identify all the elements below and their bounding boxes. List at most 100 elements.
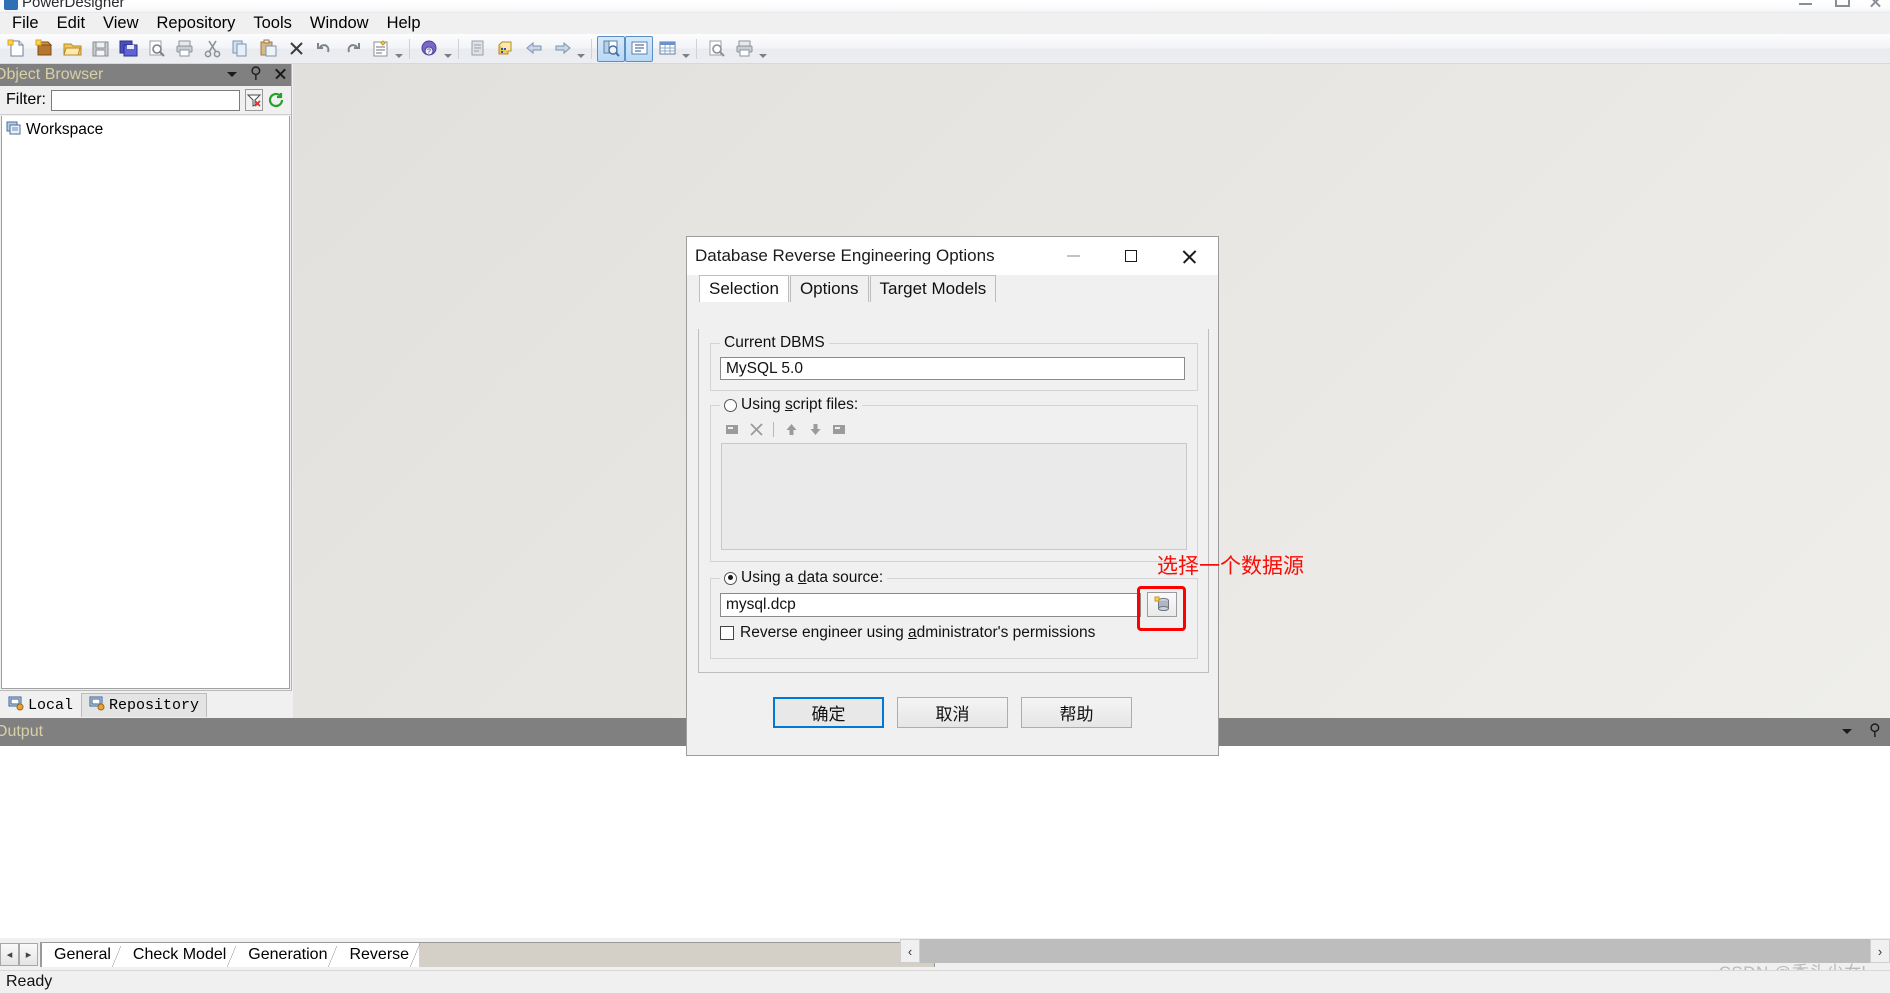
admin-permissions-checkbox-row[interactable]: Reverse engineer using administrator's p… bbox=[720, 624, 1095, 642]
script-files-listbox[interactable] bbox=[721, 443, 1187, 550]
tab-reverse[interactable]: Reverse bbox=[337, 942, 420, 967]
menu-item-repository[interactable]: Repository bbox=[148, 13, 245, 34]
chevron-down-icon[interactable] bbox=[225, 66, 239, 82]
dialog-minimize-button[interactable] bbox=[1044, 237, 1102, 275]
maximize-icon bbox=[1125, 250, 1137, 262]
filter-clear-icon[interactable] bbox=[245, 89, 263, 111]
zoom-preview-icon[interactable] bbox=[702, 36, 730, 62]
open-folder-icon[interactable] bbox=[58, 36, 86, 62]
edit-file-icon[interactable] bbox=[829, 420, 849, 438]
undo-icon[interactable] bbox=[310, 36, 338, 62]
window-controls bbox=[1799, 0, 1882, 8]
toolbar-overflow-print[interactable] bbox=[758, 36, 768, 62]
menu-item-view[interactable]: View bbox=[94, 13, 147, 34]
tab-strip-filler bbox=[419, 942, 934, 967]
window-close-button[interactable] bbox=[1869, 0, 1882, 8]
application-window: PowerDesigner File Edit View Repository … bbox=[0, 0, 1890, 993]
tree-node-workspace[interactable]: Workspace bbox=[6, 120, 289, 140]
grid-view-icon[interactable] bbox=[653, 36, 681, 62]
object-browser-tree[interactable]: Workspace bbox=[1, 116, 290, 689]
window-maximize-button[interactable] bbox=[1834, 0, 1850, 8]
admin-permissions-checkbox[interactable] bbox=[720, 626, 734, 640]
tab-scroll-next-button[interactable]: ▸ bbox=[19, 942, 38, 966]
tab-target-models[interactable]: Target Models bbox=[869, 275, 997, 302]
local-icon bbox=[8, 695, 24, 716]
help-icon[interactable]: ? bbox=[415, 36, 443, 62]
filter-input[interactable] bbox=[51, 89, 240, 111]
print-page-icon[interactable] bbox=[730, 36, 758, 62]
data-source-group: Using a data source: Reverse engineer us… bbox=[710, 569, 1198, 659]
toolbar-separator bbox=[773, 421, 774, 437]
tab-scroll-prev-button[interactable]: ◂ bbox=[0, 942, 19, 966]
pin-icon[interactable] bbox=[249, 63, 263, 83]
scroll-right-button[interactable]: › bbox=[1870, 939, 1890, 963]
current-dbms-input[interactable] bbox=[720, 357, 1185, 380]
tab-options[interactable]: Options bbox=[789, 275, 869, 302]
menu-item-tools[interactable]: Tools bbox=[244, 13, 301, 34]
next-icon[interactable] bbox=[548, 36, 576, 62]
properties-icon[interactable] bbox=[366, 36, 394, 62]
pin-icon[interactable] bbox=[1868, 720, 1882, 740]
scroll-left-button[interactable]: ‹ bbox=[900, 939, 920, 963]
new-document-icon[interactable] bbox=[2, 36, 30, 62]
find-objects-icon[interactable] bbox=[492, 36, 520, 62]
object-browser-title-buttons bbox=[225, 63, 287, 83]
tab-generation[interactable]: Generation bbox=[236, 942, 339, 967]
redo-icon[interactable] bbox=[338, 36, 366, 62]
menu-item-window[interactable]: Window bbox=[301, 13, 378, 34]
new-package-icon[interactable] bbox=[30, 36, 58, 62]
add-file-icon[interactable] bbox=[722, 420, 742, 438]
tab-check-model[interactable]: Check Model bbox=[120, 942, 238, 967]
print-icon[interactable] bbox=[170, 36, 198, 62]
previous-icon[interactable] bbox=[520, 36, 548, 62]
check-model-icon[interactable] bbox=[464, 36, 492, 62]
menu-item-edit[interactable]: Edit bbox=[48, 13, 94, 34]
close-icon[interactable] bbox=[273, 66, 287, 82]
main-toolbar: ? bbox=[0, 34, 1890, 64]
browser-view-icon[interactable] bbox=[597, 35, 625, 62]
use-script-files-radio[interactable] bbox=[724, 398, 737, 412]
toolbar-overflow-model[interactable] bbox=[576, 36, 586, 62]
result-list-icon[interactable] bbox=[625, 35, 653, 62]
script-files-toolbar bbox=[722, 420, 849, 438]
annotation-text: 选择一个数据源 bbox=[1157, 554, 1304, 578]
move-up-icon[interactable] bbox=[781, 420, 801, 438]
help-button[interactable]: 帮助 bbox=[1021, 696, 1132, 728]
tab-general[interactable]: General bbox=[41, 942, 122, 967]
tab-selection[interactable]: Selection bbox=[699, 275, 789, 302]
dialog-maximize-button[interactable] bbox=[1102, 237, 1160, 275]
toolbar-separator bbox=[591, 38, 592, 59]
toolbar-overflow-standard[interactable] bbox=[394, 36, 404, 62]
copy-icon[interactable] bbox=[226, 36, 254, 62]
toolbar-overflow-views[interactable] bbox=[681, 36, 691, 62]
move-down-icon[interactable] bbox=[805, 420, 825, 438]
object-browser-title: Object Browser bbox=[0, 66, 104, 83]
toolbar-overflow-help[interactable] bbox=[443, 36, 453, 62]
menu-item-file[interactable]: File bbox=[3, 13, 48, 34]
window-minimize-button[interactable] bbox=[1799, 0, 1812, 8]
refresh-icon[interactable] bbox=[268, 89, 285, 111]
save-all-icon[interactable] bbox=[114, 36, 142, 62]
status-bar: Ready bbox=[0, 970, 1890, 993]
chevron-down-icon[interactable] bbox=[1840, 723, 1854, 739]
ok-button[interactable]: 确定 bbox=[773, 696, 884, 728]
cut-icon[interactable] bbox=[198, 36, 226, 62]
output-tabs: General Check Model Generation Reverse bbox=[40, 941, 935, 967]
paste-icon[interactable] bbox=[254, 36, 282, 62]
print-preview-icon[interactable] bbox=[142, 36, 170, 62]
cancel-button[interactable]: 取消 bbox=[897, 696, 1008, 728]
menu-item-help[interactable]: Help bbox=[378, 13, 430, 34]
current-dbms-legend: Current DBMS bbox=[720, 334, 829, 352]
toolbar-separator bbox=[409, 38, 410, 59]
data-source-input[interactable] bbox=[720, 593, 1141, 617]
output-panel-body[interactable] bbox=[0, 746, 1890, 938]
remove-file-icon[interactable] bbox=[746, 420, 766, 438]
sidebar-item-local[interactable]: Local bbox=[0, 693, 82, 717]
use-data-source-radio[interactable] bbox=[724, 571, 737, 585]
window-title: PowerDesigner bbox=[22, 0, 125, 11]
sidebar-item-repository[interactable]: Repository bbox=[81, 693, 208, 717]
delete-icon[interactable] bbox=[282, 36, 310, 62]
dialog-close-button[interactable] bbox=[1160, 237, 1218, 275]
save-icon[interactable] bbox=[86, 36, 114, 62]
minimize-icon bbox=[1066, 255, 1080, 257]
